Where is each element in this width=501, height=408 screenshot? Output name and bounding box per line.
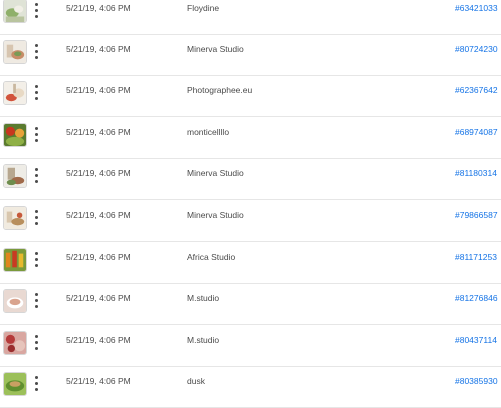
asset-id-link[interactable]: #80724230 [455,44,498,54]
modified-date: 5/21/19, 4:06 PM [66,252,131,262]
asset-id-link[interactable]: #81276846 [455,293,498,303]
more-options-icon[interactable] [31,165,41,187]
list-item[interactable]: 5/21/19, 4:06 PM dusk #80385930 [0,367,501,408]
more-options-icon[interactable] [31,0,41,22]
author-name: monticellllo [187,127,230,137]
list-item[interactable]: 5/21/19, 4:06 PM M.studio #80437114 [0,326,501,367]
food-photo-thumbnail[interactable] [3,164,27,188]
more-options-icon[interactable] [31,332,41,354]
list-item[interactable]: 5/21/19, 4:06 PM monticellllo #68974087 [0,118,501,159]
author-name: dusk [187,376,205,386]
asset-id-link[interactable]: #79866587 [455,210,498,220]
asset-id-link[interactable]: #80437114 [455,335,497,345]
food-photo-thumbnail[interactable] [3,372,27,396]
list-item[interactable]: 5/21/19, 4:06 PM Photographee.eu #623676… [0,76,501,117]
asset-id-link[interactable]: #80385930 [455,376,498,386]
list-item[interactable]: 5/21/19, 4:06 PM Africa Studio #81171253 [0,243,501,284]
author-name: Minerva Studio [187,44,244,54]
modified-date: 5/21/19, 4:06 PM [66,85,131,95]
list-item[interactable]: 5/21/19, 4:06 PM Minerva Studio #8118031… [0,159,501,200]
more-options-icon[interactable] [31,124,41,146]
asset-id-link[interactable]: #62367642 [455,85,498,95]
food-photo-thumbnail[interactable] [3,123,27,147]
modified-date: 5/21/19, 4:06 PM [66,44,131,54]
asset-id-link[interactable]: #81180314 [455,168,497,178]
food-photo-thumbnail[interactable] [3,289,27,313]
list-item[interactable]: 5/21/19, 4:06 PM M.studio #81276846 [0,284,501,325]
author-name: Africa Studio [187,252,236,262]
asset-id-link[interactable]: #81171253 [455,252,497,262]
author-name: M.studio [187,335,220,345]
food-photo-thumbnail[interactable] [3,331,27,355]
author-name: Minerva Studio [187,210,244,220]
more-options-icon[interactable] [31,290,41,312]
list-item[interactable]: 5/21/19, 4:06 PM Minerva Studio #7986658… [0,201,501,242]
more-options-icon[interactable] [31,82,41,104]
list-item[interactable]: 5/21/19, 4:06 PM Floydine #63421033 [0,0,501,35]
modified-date: 5/21/19, 4:06 PM [66,210,131,220]
asset-list: 5/21/19, 4:06 PM Floydine #63421033 5/21… [0,0,501,408]
modified-date: 5/21/19, 4:06 PM [66,335,131,345]
list-item[interactable]: 5/21/19, 4:06 PM Minerva Studio #8072423… [0,35,501,76]
more-options-icon[interactable] [31,41,41,63]
author-name: Floydine [187,3,220,13]
modified-date: 5/21/19, 4:06 PM [66,168,131,178]
modified-date: 5/21/19, 4:06 PM [66,376,131,386]
asset-id-link[interactable]: #68974087 [455,127,498,137]
food-photo-thumbnail[interactable] [3,248,27,272]
author-name: M.studio [187,293,220,303]
food-photo-thumbnail[interactable] [3,0,27,23]
modified-date: 5/21/19, 4:06 PM [66,3,131,13]
food-photo-thumbnail[interactable] [3,81,27,105]
author-name: Minerva Studio [187,168,244,178]
author-name: Photographee.eu [187,85,253,95]
food-photo-thumbnail[interactable] [3,206,27,230]
modified-date: 5/21/19, 4:06 PM [66,293,131,303]
food-photo-thumbnail[interactable] [3,40,27,64]
more-options-icon[interactable] [31,207,41,229]
modified-date: 5/21/19, 4:06 PM [66,127,131,137]
more-options-icon[interactable] [31,249,41,271]
more-options-icon[interactable] [31,373,41,395]
asset-id-link[interactable]: #63421033 [455,3,498,13]
